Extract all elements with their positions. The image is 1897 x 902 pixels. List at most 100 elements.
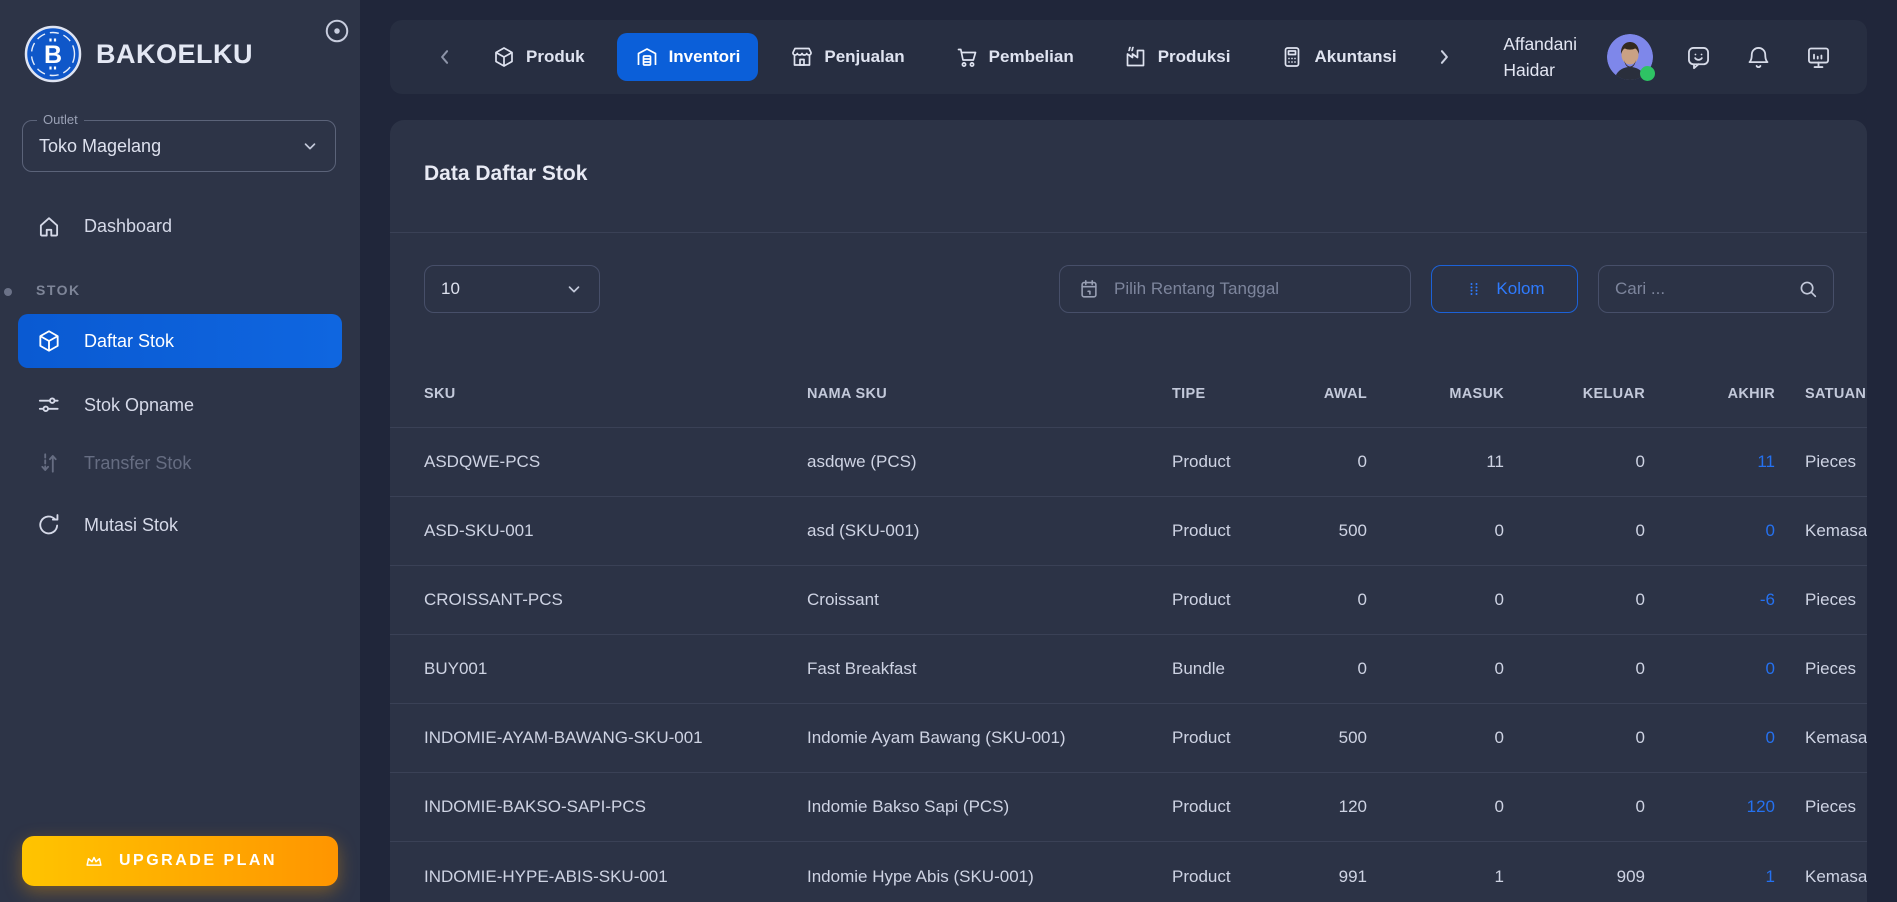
- user-name[interactable]: Affandani Haidar: [1503, 31, 1577, 83]
- cell-tipe: Product: [1172, 797, 1231, 816]
- header-tipe: TIPE: [1172, 385, 1206, 402]
- sidebar-item-stok-opname[interactable]: Stok Opname: [18, 382, 342, 428]
- crown-icon: [83, 850, 105, 872]
- chevron-down-icon: [565, 280, 583, 298]
- sidebar-item-label: Transfer Stok: [84, 452, 192, 473]
- table-row[interactable]: CROISSANT-PCS Croissant Product 0 0 0 -6…: [390, 566, 1867, 635]
- cell-awal: 0: [1357, 452, 1367, 471]
- cell-keluar: 0: [1635, 590, 1645, 609]
- cell-keluar: 0: [1635, 521, 1645, 540]
- cell-tipe: Product: [1172, 866, 1231, 886]
- section-label-stok: STOK: [36, 282, 81, 298]
- table-row[interactable]: BUY001 Fast Breakfast Bundle 0 0 0 0 Pie…: [390, 635, 1867, 704]
- upgrade-plan-button[interactable]: UPGRADE PLAN: [22, 836, 338, 886]
- chevron-right-icon[interactable]: [1429, 42, 1459, 72]
- transfer-arrows-icon: [36, 450, 62, 476]
- home-icon: [36, 213, 62, 239]
- nav-user-cluster: Affandani Haidar: [1503, 31, 1833, 83]
- table-row[interactable]: ASDQWE-PCS asdqwe (PCS) Product 0 11 0 1…: [390, 428, 1867, 497]
- table-row[interactable]: ASD-SKU-001 asd (SKU-001) Product 500 0 …: [390, 497, 1867, 566]
- tab-inventori[interactable]: Inventori: [616, 33, 759, 81]
- table-row[interactable]: INDOMIE-HYPE-ABIS-SKU-001 Indomie Hype A…: [390, 842, 1867, 902]
- sidebar-item-label: Daftar Stok: [84, 330, 175, 351]
- bitcoin-coin-icon: B: [24, 25, 82, 83]
- page-size-select[interactable]: 10: [424, 265, 600, 313]
- akhir-link[interactable]: 0: [1645, 659, 1775, 679]
- outlet-select[interactable]: Outlet Toko Magelang: [22, 112, 336, 172]
- tab-pembelian[interactable]: Pembelian: [937, 33, 1092, 81]
- chevron-left-icon[interactable]: [430, 42, 460, 72]
- cell-satuan: Pieces: [1805, 659, 1857, 678]
- cell-nama: Croissant: [807, 590, 879, 609]
- header-masuk: MASUK: [1449, 385, 1504, 402]
- cell-tipe: Product: [1172, 452, 1231, 471]
- cube-icon: [492, 45, 516, 69]
- sidebar-item-mutasi-stok[interactable]: Mutasi Stok: [18, 502, 342, 548]
- cell-sku: INDOMIE-AYAM-BAWANG-SKU-001: [424, 728, 703, 747]
- cell-keluar: 0: [1635, 452, 1645, 471]
- akhir-link[interactable]: -6: [1645, 590, 1775, 610]
- kolom-button[interactable]: Kolom: [1431, 265, 1578, 313]
- cell-awal: 991: [1338, 866, 1367, 886]
- user-name-line2: Haidar: [1503, 60, 1555, 80]
- cell-masuk: 0: [1494, 797, 1504, 816]
- table-body: ASDQWE-PCS asdqwe (PCS) Product 0 11 0 1…: [390, 428, 1867, 902]
- sidebar-item-label: Stok Opname: [84, 394, 195, 415]
- cell-keluar: 0: [1635, 797, 1645, 816]
- page-size-value: 10: [441, 279, 460, 298]
- circle-dot-icon[interactable]: [320, 14, 354, 48]
- akhir-link[interactable]: 1: [1645, 867, 1775, 887]
- akhir-link[interactable]: 0: [1645, 728, 1775, 748]
- data-daftar-stok-card: Data Daftar Stok 10 Pilih Rentang Tangga…: [390, 120, 1867, 902]
- cell-nama: Indomie Hype Abis (SKU-001): [807, 866, 1034, 886]
- tab-penjualan[interactable]: Penjualan: [772, 33, 922, 81]
- sidebar: B BAKOELKU Outlet Toko Magelang Dashboar…: [0, 0, 360, 902]
- cell-satuan: Kemasan: [1805, 521, 1867, 540]
- sidebar-item-transfer-stok: Transfer Stok: [18, 440, 342, 486]
- table-row[interactable]: INDOMIE-BAKSO-SAPI-PCS Indomie Bakso Sap…: [390, 773, 1867, 842]
- sidebar-item-label: Dashboard: [84, 215, 173, 236]
- kolom-label: Kolom: [1496, 279, 1545, 298]
- cell-masuk: 0: [1494, 521, 1504, 540]
- columns-icon: [1464, 279, 1484, 299]
- factory-icon: [1124, 45, 1148, 69]
- cell-sku: ASDQWE-PCS: [424, 452, 541, 471]
- sidebar-item-daftar-stok[interactable]: Daftar Stok: [18, 314, 342, 368]
- cell-nama: Indomie Ayam Bawang (SKU-001): [807, 728, 1066, 747]
- search-input[interactable]: [1615, 279, 1797, 299]
- date-range-input[interactable]: Pilih Rentang Tanggal: [1059, 265, 1411, 313]
- tab-label: Inventori: [668, 47, 741, 66]
- logo: B BAKOELKU: [24, 22, 340, 86]
- akhir-link[interactable]: 120: [1645, 797, 1775, 817]
- tab-produk[interactable]: Produk: [474, 33, 603, 81]
- top-navigation: Produk Inventori Penjualan Pembelian Pro…: [390, 20, 1867, 94]
- monitor-chart-icon[interactable]: [1803, 42, 1833, 72]
- cart-icon: [955, 45, 979, 69]
- cell-masuk: 0: [1494, 659, 1504, 678]
- tab-akuntansi[interactable]: Akuntansi: [1262, 33, 1414, 81]
- akhir-link[interactable]: 0: [1645, 521, 1775, 541]
- cell-satuan: Pieces: [1805, 452, 1857, 471]
- cell-masuk: 0: [1494, 590, 1504, 609]
- sidebar-item-dashboard[interactable]: Dashboard: [18, 203, 342, 249]
- store-icon: [790, 45, 814, 69]
- cell-satuan: Pieces: [1805, 797, 1857, 816]
- akhir-link[interactable]: 11: [1645, 452, 1775, 472]
- message-smile-icon[interactable]: [1683, 42, 1713, 72]
- cell-masuk: 0: [1494, 728, 1504, 747]
- tab-produksi[interactable]: Produksi: [1106, 33, 1249, 81]
- table-row[interactable]: INDOMIE-AYAM-BAWANG-SKU-001 Indomie Ayam…: [390, 704, 1867, 773]
- cell-sku: INDOMIE-HYPE-ABIS-SKU-001: [424, 866, 668, 886]
- page-title: Data Daftar Stok: [424, 162, 588, 185]
- cell-awal: 0: [1357, 659, 1367, 678]
- refresh-icon: [36, 512, 62, 538]
- calendar-icon: [1078, 278, 1100, 300]
- sidebar-item-label: Mutasi Stok: [84, 514, 179, 535]
- avatar[interactable]: [1607, 34, 1655, 81]
- cell-masuk: 1: [1494, 866, 1504, 886]
- divider: [390, 232, 1867, 233]
- header-nama-sku: NAMA SKU: [807, 385, 887, 402]
- bell-icon[interactable]: [1743, 42, 1773, 72]
- nav-tab-strip: Produk Inventori Penjualan Pembelian Pro…: [430, 33, 1459, 81]
- cell-nama: asdqwe (PCS): [807, 452, 917, 471]
